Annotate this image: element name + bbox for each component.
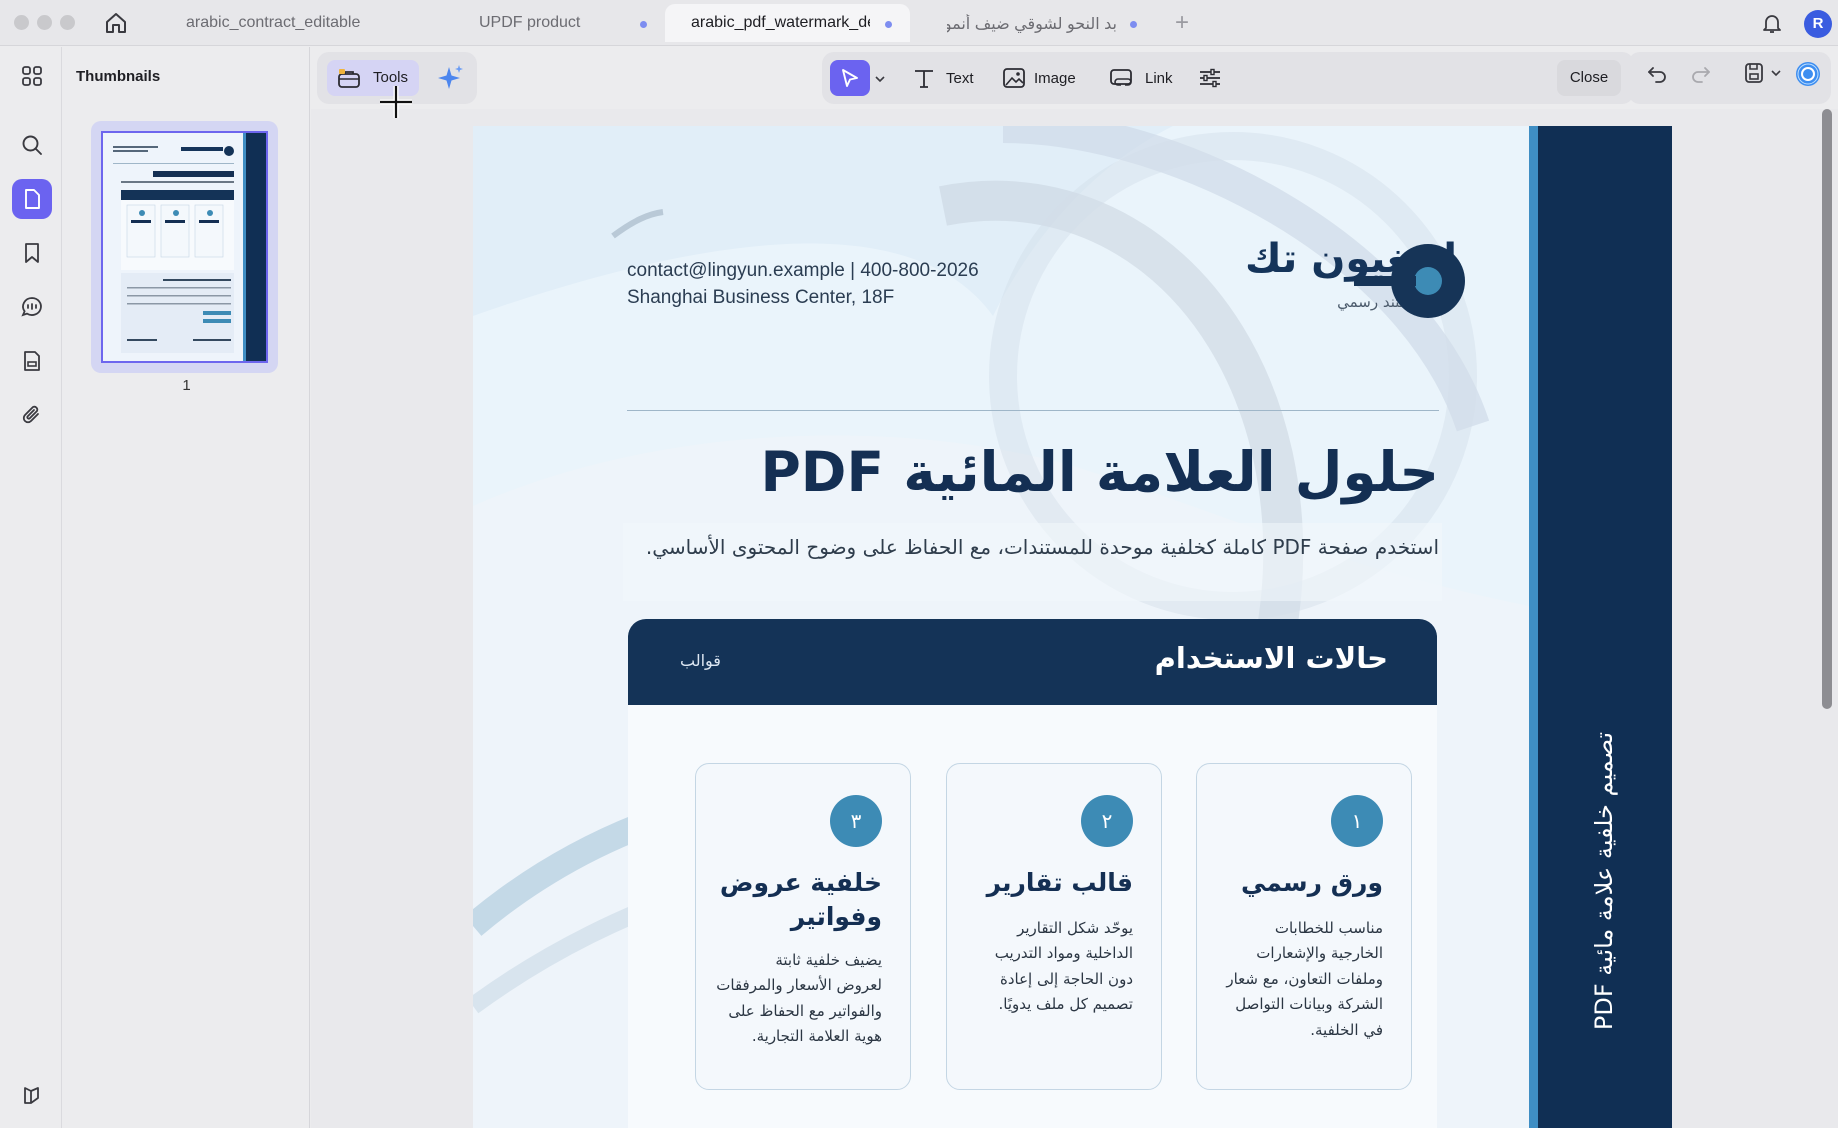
usecases-header: حالات الاستخدام قوالب <box>628 619 1437 705</box>
header-divider <box>627 410 1439 411</box>
card-text-line: الخارجية والإشعارات <box>1256 944 1383 962</box>
tab-label: arabic_contract_editable <box>186 14 361 31</box>
usecase-card-3: ٣ خلفية عروض وفواتير يضيف خلفية ثابتة لع… <box>695 763 911 1090</box>
image-label: Image <box>1034 70 1076 87</box>
text-icon <box>915 70 933 88</box>
card-number-badge: ١ <box>1331 795 1383 847</box>
text-label: Text <box>946 70 974 87</box>
unsaved-dot <box>1130 21 1137 28</box>
attachment-icon[interactable] <box>12 395 52 435</box>
card-title: قالب تقارير <box>986 868 1133 897</box>
card-text-line: يضيف خلفية ثابتة <box>775 951 882 969</box>
thumbnails-title: Thumbnails <box>76 68 161 85</box>
card-text-line: في الخلفية. <box>1310 1021 1383 1039</box>
apps-grid-icon[interactable] <box>12 56 52 96</box>
tab-label: UPDF product <box>479 14 581 31</box>
card-text-line: الداخلية ومواد التدريب <box>994 944 1133 962</box>
tab-arabic-contract[interactable]: arabic_contract_editable <box>160 4 410 42</box>
page-subtitle: استخدم صفحة PDF كاملة كخلفية موحدة للمست… <box>645 535 1439 559</box>
page-title: حلول العلامة المائية PDF <box>760 440 1440 504</box>
tab-arabic-pdf-watermark[interactable]: arabic_pdf_watermark_de <box>665 4 910 42</box>
bell-icon[interactable] <box>1760 11 1784 35</box>
spine-caption: تصميم خلفية علامة مائية PDF <box>1590 731 1618 1031</box>
usecase-card-2: ٢ قالب تقارير يوحّد شكل التقارير الداخلي… <box>946 763 1162 1090</box>
add-image-button[interactable]: Image <box>1002 60 1078 96</box>
comment-icon[interactable] <box>12 287 52 327</box>
tab-arabic-grammar[interactable]: بد النحو لشوقي ضيف أنموذجا-1 <box>925 4 1155 42</box>
usecases-title: حالات الاستخدام <box>1154 641 1388 675</box>
card-text-line: والفواتير مع الحفاظ على <box>728 1002 882 1020</box>
pointer-icon <box>842 69 858 87</box>
card-title: خلفية عروض وفواتير <box>719 868 882 931</box>
card-text-line: دون الحاجة إلى إعادة <box>999 970 1133 988</box>
card-text-line: وملفات التعاون، مع شعار <box>1226 970 1383 988</box>
company-logo <box>1354 242 1466 320</box>
select-tool-button[interactable] <box>830 60 870 96</box>
card-text-line: مناسب للخطابات <box>1274 919 1383 937</box>
search-icon[interactable] <box>12 125 52 165</box>
document-fields-icon[interactable] <box>12 341 52 381</box>
undo-icon[interactable] <box>1645 61 1669 85</box>
pages-icon[interactable] <box>12 179 52 219</box>
card-number-badge: ٣ <box>830 795 882 847</box>
thumbnail-preview <box>101 131 268 363</box>
thumbnails-panel: Thumbnails 1 <box>63 47 310 1128</box>
redo-icon[interactable] <box>1689 61 1713 85</box>
toolbar: Tools Text Image Link Close <box>311 47 1838 109</box>
actions-group <box>1628 52 1831 104</box>
new-tab-icon[interactable]: + <box>1175 9 1189 37</box>
chevron-down-icon[interactable] <box>874 60 892 96</box>
save-icon[interactable] <box>1742 61 1766 85</box>
sidebar-toggle-icon[interactable] <box>12 1075 52 1115</box>
contact-block: contact@lingyun.example | 400-800-2026 S… <box>627 257 979 311</box>
tab-label: بد النحو لشوقي ضيف أنموذجا-1 <box>947 16 1117 33</box>
window-minimize-button[interactable] <box>37 15 52 30</box>
crosshair-cursor-icon <box>378 84 414 120</box>
card-text-line: يوحّد شكل التقارير <box>1017 919 1133 937</box>
unsaved-dot <box>885 21 892 28</box>
edit-tools-group: Text Image Link Close <box>822 52 1634 104</box>
image-icon <box>1003 68 1025 88</box>
add-link-button[interactable]: Link <box>1109 60 1175 96</box>
card-text-line: هوية العلامة التجارية. <box>751 1027 882 1045</box>
page-thumbnail[interactable] <box>91 121 278 373</box>
document-canvas[interactable]: تصميم خلفية علامة مائية PDF contact@ling… <box>311 109 1838 1128</box>
vertical-scrollbar[interactable] <box>1822 109 1832 709</box>
thumbnail-preview-art <box>103 133 266 361</box>
usecases-tag: قوالب <box>680 651 721 670</box>
chevron-down-icon[interactable] <box>1770 61 1784 85</box>
pdf-page[interactable]: تصميم خلفية علامة مائية PDF contact@ling… <box>473 126 1672 1128</box>
ai-sparkle-icon[interactable] <box>435 62 467 94</box>
card-title: ورق رسمي <box>1240 868 1383 897</box>
link-icon <box>1110 69 1132 86</box>
home-icon[interactable] <box>103 10 129 36</box>
tab-updf-product[interactable]: UPDF product <box>455 4 665 42</box>
card-text-line: الشركة وبيانات التواصل <box>1235 995 1383 1013</box>
properties-sliders-icon[interactable] <box>1198 60 1226 96</box>
avatar[interactable]: R <box>1804 10 1832 38</box>
window-zoom-button[interactable] <box>60 15 75 30</box>
ai-assistant-icon[interactable] <box>1794 60 1822 88</box>
contact-line-1: contact@lingyun.example | 400-800-2026 <box>627 260 979 281</box>
usecase-card-1: ١ ورق رسمي مناسب للخطابات الخارجية والإش… <box>1196 763 1412 1090</box>
add-text-button[interactable]: Text <box>912 60 974 96</box>
unsaved-dot <box>640 21 647 28</box>
card-text-line: تصميم كل ملف يدويًا. <box>998 995 1133 1013</box>
card-number-badge: ٢ <box>1081 795 1133 847</box>
card-text-line: لعروض الأسعار والمرفقات <box>716 976 882 994</box>
link-label: Link <box>1145 70 1173 87</box>
close-edit-button[interactable]: Close <box>1557 60 1621 96</box>
contact-line-2: Shanghai Business Center, 18F <box>627 287 895 308</box>
page-number-label: 1 <box>182 377 191 394</box>
bookmark-icon[interactable] <box>12 233 52 273</box>
toolbox-icon <box>338 69 360 88</box>
window-close-button[interactable] <box>14 15 29 30</box>
tab-label: arabic_pdf_watermark_de <box>691 14 870 31</box>
title-bar: arabic_contract_editable UPDF product ar… <box>0 0 1838 46</box>
left-rail <box>0 47 62 1128</box>
